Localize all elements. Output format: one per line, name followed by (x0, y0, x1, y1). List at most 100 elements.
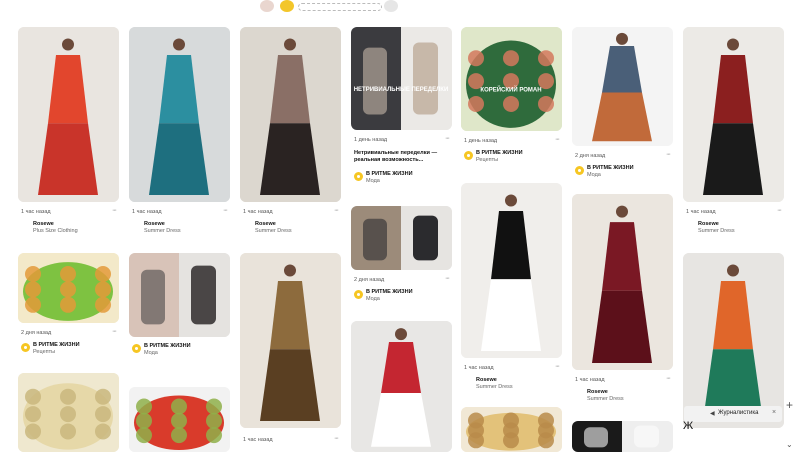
pin-timestamp: 1 час назад (686, 209, 716, 215)
publisher-category: Мода (366, 296, 380, 302)
loading-indicator (298, 3, 382, 11)
pin-image[interactable] (240, 253, 341, 428)
publisher-name: В РИТМЕ ЖИЗНИ (144, 343, 191, 349)
more-options-icon[interactable]: ··· (555, 363, 560, 370)
pin-illustration (129, 27, 230, 202)
pin-timestamp: 2 дня назад (575, 153, 606, 159)
pin-image[interactable] (351, 321, 452, 452)
brand-logo[interactable]: Ж (683, 420, 693, 432)
pin-overlay-text: КОРЕЙСКИЙ РОМАН (480, 85, 541, 93)
more-options-icon[interactable]: ··· (334, 207, 339, 214)
publisher-avatar (575, 390, 584, 399)
scroll-down-icon[interactable]: ⌄ (786, 440, 793, 449)
notification-chip[interactable]: ◀ Журналистика × (684, 406, 782, 422)
more-options-icon[interactable]: ··· (445, 135, 450, 142)
more-options-icon[interactable]: ··· (112, 207, 117, 214)
pin-image[interactable] (572, 421, 673, 452)
more-options-icon[interactable]: ··· (555, 136, 560, 143)
pin-image[interactable] (461, 407, 562, 452)
publisher-avatar (132, 222, 141, 231)
notification-label: Журналистика (718, 410, 759, 416)
publisher-name: Rosewe (144, 221, 165, 227)
more-options-icon[interactable]: ··· (445, 275, 450, 282)
publisher-name: В РИТМЕ ЖИЗНИ (366, 289, 413, 295)
pin-illustration (351, 206, 452, 270)
publisher-avatar (575, 166, 584, 175)
user-avatar[interactable] (384, 0, 398, 12)
publisher-name: В РИТМЕ ЖИЗНИ (587, 165, 634, 171)
add-button[interactable]: + (786, 398, 793, 412)
pin-image[interactable]: КОРЕЙСКИЙ РОМАН (461, 27, 562, 131)
pin-image[interactable] (129, 253, 230, 337)
publisher-category: Plus Size Clothing (33, 228, 78, 234)
publisher-category: Summer Dress (698, 228, 735, 234)
publisher-category: Summer Dress (587, 396, 624, 402)
publisher-name: Rosewe (698, 221, 719, 227)
close-icon[interactable]: × (772, 409, 776, 416)
publisher-category: Мода (144, 350, 158, 356)
publisher-avatar (243, 222, 252, 231)
pin-illustration (461, 183, 562, 358)
publisher-avatar (464, 378, 473, 387)
publisher-name: В РИТМЕ ЖИЗНИ (366, 171, 413, 177)
publisher-category: Мода (366, 178, 380, 184)
publisher-category: Summer Dress (476, 384, 513, 390)
pin-timestamp: 1 день назад (354, 137, 388, 143)
pin-illustration (129, 387, 230, 452)
more-options-icon[interactable]: ··· (666, 375, 671, 382)
pin-illustration: НЕТРИВИАЛЬНЫЕ ПЕРЕДЕЛКИ (351, 27, 452, 130)
publisher-category: Summer Dress (255, 228, 292, 234)
pin-image[interactable] (129, 27, 230, 202)
pin-timestamp: 1 час назад (21, 209, 51, 215)
pin-illustration (683, 27, 784, 202)
pin-illustration (18, 27, 119, 202)
more-options-icon[interactable]: ··· (666, 151, 671, 158)
publisher-avatar (354, 172, 363, 181)
publisher-name: Rosewe (476, 377, 497, 383)
pin-illustration (351, 321, 452, 452)
publisher-name: В РИТМЕ ЖИЗНИ (476, 150, 523, 156)
publisher-category: Рецепты (33, 349, 56, 355)
pin-image[interactable] (683, 253, 784, 428)
publisher-category: Рецепты (476, 157, 499, 163)
user-avatar[interactable] (280, 0, 294, 12)
pin-timestamp: 1 час назад (243, 209, 273, 215)
pin-illustration (18, 253, 119, 323)
pin-illustration (18, 373, 119, 452)
publisher-avatar (354, 290, 363, 299)
more-options-icon[interactable]: ··· (777, 207, 782, 214)
pin-image[interactable] (18, 253, 119, 323)
more-options-icon[interactable]: ··· (334, 435, 339, 442)
pin-illustration (240, 27, 341, 202)
publisher-avatar (464, 151, 473, 160)
pin-illustration (240, 253, 341, 428)
pin-illustration (461, 407, 562, 452)
pin-illustration: КОРЕЙСКИЙ РОМАН (461, 27, 562, 131)
pin-illustration (572, 194, 673, 370)
publisher-category: Мода (587, 172, 601, 178)
pin-timestamp: 1 час назад (132, 209, 162, 215)
pin-illustration (572, 27, 673, 146)
publisher-category: Summer Dress (144, 228, 181, 234)
pin-image[interactable] (351, 206, 452, 270)
user-avatar[interactable] (260, 0, 274, 12)
pin-image[interactable] (572, 27, 673, 146)
pin-image[interactable] (572, 194, 673, 370)
more-options-icon[interactable]: ··· (112, 328, 117, 335)
pin-image[interactable]: НЕТРИВИАЛЬНЫЕ ПЕРЕДЕЛКИ (351, 27, 452, 130)
publisher-avatar (21, 343, 30, 352)
publisher-avatar (21, 222, 30, 231)
pin-image[interactable] (461, 183, 562, 358)
pin-image[interactable] (129, 387, 230, 452)
pin-title[interactable]: Нетривиальные переделки — реальная возмо… (354, 150, 450, 164)
pin-image[interactable] (18, 27, 119, 202)
publisher-name: Rosewe (33, 221, 54, 227)
more-options-icon[interactable]: ··· (223, 207, 228, 214)
pin-image[interactable] (18, 373, 119, 452)
top-avatars-strip (250, 0, 410, 14)
pin-image[interactable] (683, 27, 784, 202)
publisher-name: Rosewe (587, 389, 608, 395)
pin-image[interactable] (240, 27, 341, 202)
pin-illustration (572, 421, 673, 452)
pin-overlay-text: НЕТРИВИАЛЬНЫЕ ПЕРЕДЕЛКИ (354, 87, 449, 93)
